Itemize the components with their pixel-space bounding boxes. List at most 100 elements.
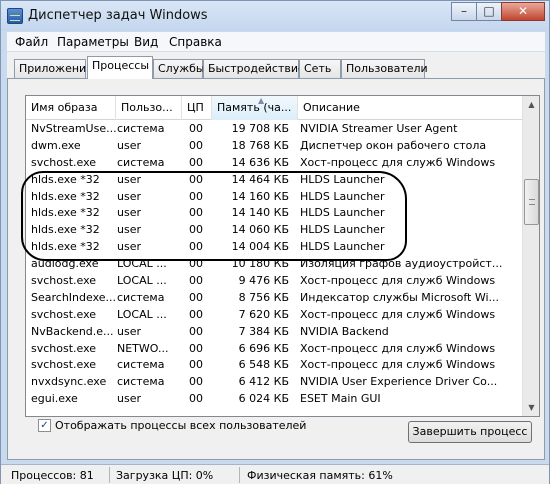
task-manager-window: Диспетчер задач Windows – □ ✕ Файл Парам… bbox=[0, 0, 550, 484]
status-cpu-load: Загрузка ЦП: 0% bbox=[116, 469, 214, 482]
column-user[interactable]: Пользо... bbox=[116, 96, 182, 120]
user-cell: user bbox=[117, 138, 141, 152]
user-cell: user bbox=[117, 392, 141, 406]
user-cell: система bbox=[117, 122, 165, 135]
user-cell: система bbox=[117, 290, 165, 304]
end-process-button[interactable]: Завершить процесс bbox=[408, 421, 532, 443]
task-manager-icon bbox=[7, 8, 23, 24]
tab-services[interactable]: Службы bbox=[153, 59, 205, 78]
tab-processes[interactable]: Процессы bbox=[87, 56, 153, 79]
column-memory[interactable]: ▲ Память (ча... bbox=[212, 96, 298, 120]
table-row[interactable]: svchost.exe NETWO... 00 6 696 КБ Хост-процес… bbox=[26, 341, 523, 358]
minimize-icon[interactable]: – bbox=[451, 2, 477, 21]
show-all-checkbox[interactable]: ✓ bbox=[38, 419, 51, 432]
hand-drawn-highlight bbox=[21, 171, 407, 261]
cpu-cell: 00 bbox=[189, 122, 203, 135]
description-cell: Хост-процесс для служб Windows bbox=[300, 307, 496, 321]
tab-strip: Приложения Процессы Службы Быстродействи… bbox=[7, 52, 545, 79]
column-memory-label: Память (ча... bbox=[217, 101, 292, 114]
menu-bar: Файл Параметры Вид Справка bbox=[7, 32, 545, 52]
cpu-cell: 00 bbox=[189, 274, 203, 288]
description-cell: NVIDIA Streamer User Agent bbox=[300, 122, 458, 135]
table-row[interactable]: NvBackend.e... user 00 7 384 КБ NVIDIA Backe… bbox=[26, 324, 523, 341]
user-cell: LOCAL ... bbox=[117, 307, 167, 321]
processes-panel: Имя образа Пользо... ЦП ▲ Память (ча... … bbox=[7, 78, 545, 460]
tab-applications[interactable]: Приложения bbox=[14, 59, 93, 78]
title-bar[interactable]: Диспетчер задач Windows – □ ✕ bbox=[1, 1, 549, 31]
tab-users[interactable]: Пользователи bbox=[341, 59, 428, 78]
description-cell: ESET Main GUI bbox=[300, 392, 381, 406]
table-row[interactable]: NvStreamUse... система 00 19 708 КБ NVIDIA S… bbox=[26, 121, 523, 138]
memory-cell: 7 384 КБ bbox=[238, 324, 289, 338]
image-name-cell: svchost.exe bbox=[31, 155, 97, 169]
table-row[interactable]: nvxdsync.exe система 00 6 412 КБ NVIDIA User… bbox=[26, 374, 523, 391]
menu-file[interactable]: Файл bbox=[15, 35, 48, 49]
memory-cell: 6 024 КБ bbox=[238, 392, 289, 406]
menu-options[interactable]: Параметры bbox=[57, 35, 129, 49]
description-cell: NVIDIA Backend bbox=[300, 324, 389, 338]
image-name-cell: svchost.exe bbox=[31, 307, 97, 321]
cpu-cell: 00 bbox=[189, 307, 203, 321]
scroll-thumb[interactable] bbox=[524, 179, 539, 225]
memory-cell: 6 696 КБ bbox=[238, 341, 289, 355]
cpu-cell: 00 bbox=[189, 324, 203, 338]
image-name-cell: svchost.exe bbox=[31, 341, 97, 355]
cpu-cell: 00 bbox=[189, 358, 203, 372]
column-description[interactable]: Описание bbox=[298, 96, 523, 120]
user-cell: NETWO... bbox=[117, 341, 169, 355]
window-title: Диспетчер задач Windows bbox=[28, 8, 208, 23]
memory-cell: 9 476 КБ bbox=[238, 274, 289, 288]
status-divider bbox=[239, 467, 240, 483]
menu-help[interactable]: Справка bbox=[169, 35, 222, 49]
table-row[interactable]: svchost.exe LOCAL ... 00 9 476 КБ Хост-проце… bbox=[26, 273, 523, 290]
table-row[interactable]: dwm.exe user 00 18 768 КБ Диспетчер окон раб… bbox=[26, 138, 523, 155]
status-divider bbox=[109, 467, 110, 483]
table-row[interactable]: egui.exe user 00 6 024 КБ ESET Main GUI bbox=[26, 391, 523, 408]
sort-arrow-icon: ▲ bbox=[258, 96, 265, 105]
tab-network[interactable]: Сеть bbox=[299, 59, 341, 78]
image-name-cell: svchost.exe bbox=[31, 358, 97, 372]
description-cell: Индексатор службы Microsoft Wi... bbox=[300, 290, 500, 304]
cpu-cell: 00 bbox=[189, 138, 203, 152]
description-cell: Хост-процесс для служб Windows bbox=[300, 155, 496, 169]
cpu-cell: 00 bbox=[189, 155, 203, 169]
cpu-cell: 00 bbox=[189, 392, 203, 406]
memory-cell: 6 412 КБ bbox=[238, 375, 289, 389]
user-cell: LOCAL ... bbox=[117, 274, 167, 288]
table-row[interactable]: svchost.exe система 00 6 548 КБ Хост-процесс… bbox=[26, 357, 523, 374]
process-list-header: Имя образа Пользо... ЦП ▲ Память (ча... … bbox=[26, 96, 523, 120]
tab-performance[interactable]: Быстродействие bbox=[203, 59, 305, 78]
description-cell: NVIDIA User Experience Driver Co... bbox=[300, 375, 498, 389]
image-name-cell: dwm.exe bbox=[31, 138, 81, 152]
memory-cell: 14 636 КБ bbox=[231, 155, 289, 169]
cpu-cell: 00 bbox=[189, 341, 203, 355]
user-cell: система bbox=[117, 155, 165, 169]
status-process-count: Процессов: 81 bbox=[11, 469, 94, 482]
scroll-down-icon[interactable]: ▼ bbox=[523, 399, 540, 416]
close-icon[interactable]: ✕ bbox=[501, 2, 545, 21]
cpu-cell: 00 bbox=[189, 290, 203, 304]
image-name-cell: SearchIndexe... bbox=[31, 290, 116, 304]
memory-cell: 8 756 КБ bbox=[238, 290, 289, 304]
column-cpu[interactable]: ЦП bbox=[182, 96, 212, 120]
show-all-label: Отображать процессы всех пользователей bbox=[55, 419, 307, 432]
grip-icon bbox=[529, 199, 535, 205]
status-physical-memory: Физическая память: 61% bbox=[247, 469, 393, 482]
menu-view[interactable]: Вид bbox=[134, 35, 158, 49]
table-row[interactable]: svchost.exe система 00 14 636 КБ Хост-процес… bbox=[26, 155, 523, 172]
image-name-cell: svchost.exe bbox=[31, 274, 97, 288]
scroll-up-icon[interactable]: ▲ bbox=[523, 96, 540, 113]
description-cell: Диспетчер окон рабочего стола bbox=[300, 138, 487, 152]
maximize-icon[interactable]: □ bbox=[476, 2, 502, 21]
column-image-name[interactable]: Имя образа bbox=[26, 96, 116, 120]
image-name-cell: nvxdsync.exe bbox=[31, 375, 107, 389]
memory-cell: 7 620 КБ bbox=[238, 307, 289, 321]
table-row[interactable]: SearchIndexe... система 00 8 756 КБ Индексат… bbox=[26, 290, 523, 307]
table-row[interactable]: svchost.exe LOCAL ... 00 7 620 КБ Хост-проце… bbox=[26, 307, 523, 324]
user-cell: система bbox=[117, 375, 165, 389]
image-name-cell: NvBackend.e... bbox=[31, 324, 114, 338]
window-controls: – □ ✕ bbox=[451, 2, 545, 21]
description-cell: Хост-процесс для служб Windows bbox=[300, 358, 496, 372]
vertical-scrollbar[interactable]: ▲ ▼ bbox=[522, 96, 539, 416]
description-cell: Хост-процесс для служб Windows bbox=[300, 274, 496, 288]
